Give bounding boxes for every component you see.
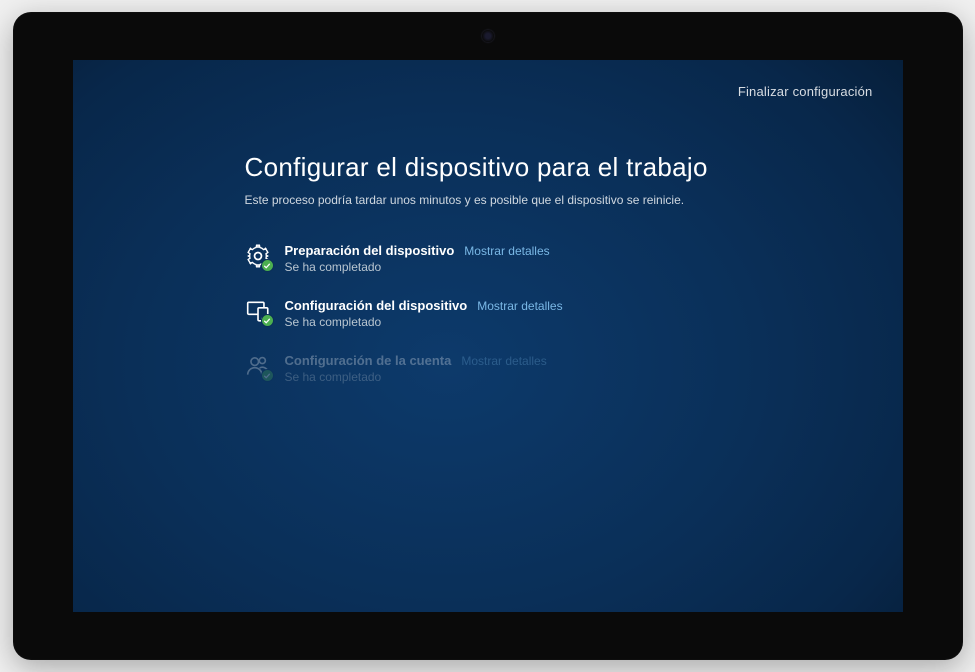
- step-account-configuration: Configuración de la cuenta Mostrar detal…: [245, 353, 903, 384]
- step-text: Configuración del dispositivo Mostrar de…: [285, 298, 563, 329]
- step-device-preparation: Preparación del dispositivo Mostrar deta…: [245, 243, 903, 274]
- page-title: Configurar el dispositivo para el trabaj…: [245, 152, 903, 183]
- step-text: Configuración de la cuenta Mostrar detal…: [285, 353, 547, 384]
- step-status: Se ha completado: [285, 260, 550, 274]
- page-subtitle: Este proceso podría tardar unos minutos …: [245, 193, 903, 207]
- step-status: Se ha completado: [285, 370, 547, 384]
- step-label: Configuración del dispositivo: [285, 298, 468, 313]
- show-details-link[interactable]: Mostrar detalles: [464, 244, 549, 258]
- finish-setup-link[interactable]: Finalizar configuración: [738, 84, 873, 99]
- gear-icon: [245, 243, 271, 269]
- show-details-link[interactable]: Mostrar detalles: [461, 354, 546, 368]
- step-status: Se ha completado: [285, 315, 563, 329]
- check-badge-icon: [261, 314, 274, 327]
- step-text: Preparación del dispositivo Mostrar deta…: [285, 243, 550, 274]
- account-icon: [245, 353, 271, 379]
- step-label: Configuración de la cuenta: [285, 353, 452, 368]
- check-badge-icon: [261, 259, 274, 272]
- step-label: Preparación del dispositivo: [285, 243, 455, 258]
- main-content: Configurar el dispositivo para el trabaj…: [73, 60, 903, 384]
- tablet-frame: Finalizar configuración Configurar el di…: [13, 12, 963, 660]
- step-device-configuration: Configuración del dispositivo Mostrar de…: [245, 298, 903, 329]
- check-badge-icon: [261, 369, 274, 382]
- camera-dot: [482, 30, 494, 42]
- show-details-link[interactable]: Mostrar detalles: [477, 299, 562, 313]
- device-icon: [245, 298, 271, 324]
- screen: Finalizar configuración Configurar el di…: [73, 60, 903, 612]
